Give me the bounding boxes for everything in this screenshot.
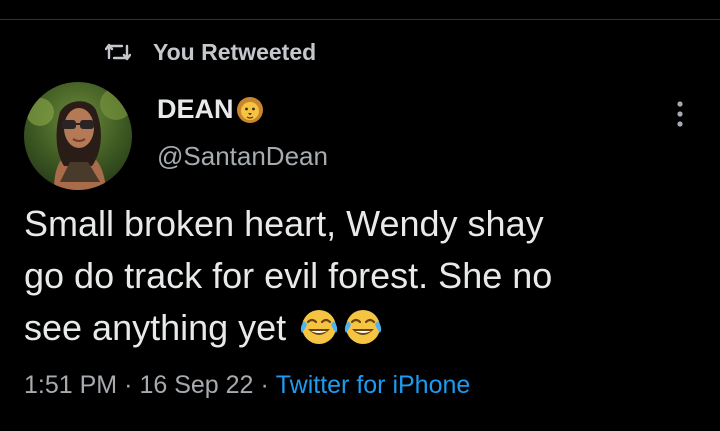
tweet-line: Small broken heart, Wendy shay bbox=[24, 203, 544, 244]
avatar[interactable] bbox=[24, 82, 132, 190]
author-name-row[interactable]: DEAN bbox=[157, 94, 264, 125]
tweet-source-link[interactable]: Twitter for iPhone bbox=[276, 371, 471, 399]
tweet-line: go do track for evil forest. She no bbox=[24, 255, 553, 296]
profile-avatar bbox=[24, 82, 132, 190]
author-handle[interactable]: @SantanDean bbox=[157, 141, 328, 172]
tweet-date[interactable]: 16 Sep 22 bbox=[139, 371, 253, 399]
top-divider bbox=[0, 0, 720, 20]
meta-separator: · bbox=[260, 371, 269, 399]
lion-face-icon bbox=[236, 96, 263, 123]
face-with-tears-of-joy-icon bbox=[345, 310, 382, 344]
meta-separator: · bbox=[124, 371, 133, 399]
tweet-line-text: see anything yet bbox=[24, 307, 287, 348]
face-with-tears-of-joy-icon bbox=[301, 310, 338, 344]
retweet-icon bbox=[105, 43, 131, 61]
tweet-text: Small broken heart, Wendy shay go do tra… bbox=[24, 198, 704, 354]
retweet-label: You Retweeted bbox=[153, 38, 317, 65]
tweet-time[interactable]: 1:51 PM bbox=[24, 371, 117, 399]
tweet-meta: 1:51 PM · 16 Sep 22 · Twitter for iPhone bbox=[24, 371, 470, 400]
retweet-indicator[interactable]: You Retweeted bbox=[105, 36, 316, 68]
tweet-line-last: see anything yet bbox=[24, 302, 704, 354]
author-name[interactable]: DEAN bbox=[157, 94, 234, 125]
more-vertical-icon[interactable] bbox=[670, 97, 690, 131]
